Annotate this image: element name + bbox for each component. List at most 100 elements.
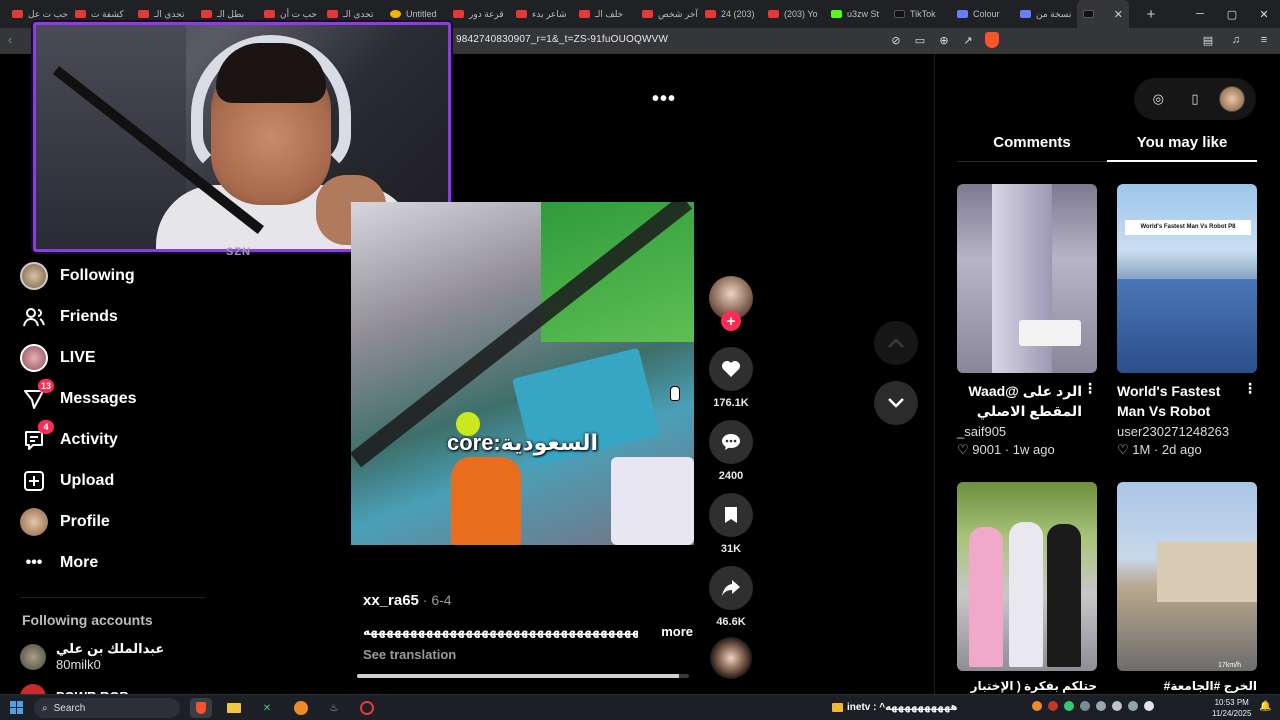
video-thumbnail[interactable]: 17km/h — [1117, 482, 1257, 671]
tray-icon[interactable] — [1096, 701, 1106, 711]
browser-tab[interactable]: قرعة دور — [447, 0, 510, 28]
maximize-button[interactable]: ▢ — [1216, 0, 1248, 28]
taskbar-search[interactable]: ⌕ Search — [34, 698, 180, 718]
phone-icon[interactable]: ▯ — [1182, 86, 1208, 112]
browser-tab[interactable]: (203) Yo — [762, 0, 825, 28]
follow-plus-icon[interactable]: + — [721, 311, 741, 331]
sidebar-item-label: LIVE — [60, 349, 96, 366]
see-translation-button[interactable]: See translation — [363, 647, 456, 662]
back-icon[interactable]: ‹ — [8, 32, 12, 47]
save-button[interactable] — [709, 493, 753, 537]
cast-icon[interactable]: ▭ — [912, 32, 928, 48]
tab-favicon-icon — [201, 10, 212, 18]
tray-icon[interactable] — [1032, 701, 1042, 711]
video-thumbnail[interactable]: World's Fastest Man Vs Robot P8 — [1117, 184, 1257, 373]
card-options-icon[interactable]: ⋮ — [1083, 380, 1097, 397]
menu-icon[interactable]: ≡ — [1256, 32, 1272, 48]
sidebar-item-more[interactable]: ••• More — [20, 548, 99, 578]
video-progress-bar[interactable] — [357, 674, 689, 678]
notification-bell-icon[interactable]: 🔔 — [1259, 701, 1271, 713]
video-thumbnail[interactable] — [957, 184, 1097, 373]
like-button[interactable] — [709, 347, 753, 391]
recommended-video-card[interactable]: حتلكم بفكرة ( الإختبار — [957, 482, 1097, 693]
close-tab-icon[interactable]: ✕ — [1114, 8, 1123, 21]
sidebar-item-profile[interactable]: Profile — [20, 507, 110, 537]
sidebar-item-messages[interactable]: 13 Messages — [20, 379, 137, 414]
comment-button[interactable] — [709, 420, 753, 464]
browser-tab[interactable]: 24 (203) — [699, 0, 762, 28]
share-icon[interactable]: ↗ — [960, 32, 976, 48]
sidebar-item-live[interactable]: LIVE — [20, 343, 96, 373]
recommended-video-card[interactable]: 17km/h الخرج #الجامعة# — [1117, 482, 1257, 693]
browser-tab[interactable]: نسخة من — [1014, 0, 1077, 28]
video-off-icon[interactable]: ⊘ — [888, 32, 904, 48]
windows-start-icon[interactable] — [10, 701, 23, 714]
crown-icon — [832, 703, 843, 712]
video-thumbnail[interactable] — [957, 482, 1097, 671]
thumbnail-building — [1157, 542, 1257, 602]
sidebar-item-following[interactable]: Following — [20, 261, 135, 291]
card-user[interactable]: _saif905 — [957, 424, 1097, 439]
zoom-icon[interactable]: ⊕ — [936, 32, 952, 48]
tray-icon[interactable] — [1064, 701, 1074, 711]
user-avatar[interactable] — [1218, 86, 1245, 112]
sidebar-item-activity[interactable]: 4 Activity — [20, 420, 118, 455]
browser-tab[interactable]: آخر شخص — [636, 0, 699, 28]
new-tab-button[interactable]: + — [1141, 6, 1161, 23]
browser-tab[interactable]: u3zw St — [825, 0, 888, 28]
recommended-video-card[interactable]: World's Fastest Man Vs Robot P8 World's … — [1117, 184, 1257, 458]
sidebar-item-upload[interactable]: Upload — [20, 466, 114, 496]
sidebar-toggle-icon[interactable]: ▤ — [1200, 32, 1216, 48]
tab-you-may-like[interactable]: You may like — [1107, 126, 1257, 162]
url-field[interactable]: 9842740830907_r=1&_t=ZS-91fuOUOQWVW — [456, 34, 668, 45]
following-account-row[interactable]: عبدالملك بن علي 80milk0 — [20, 641, 164, 673]
taskbar-files-icon[interactable] — [223, 698, 245, 718]
browser-tab[interactable]: شاعر بدء — [510, 0, 573, 28]
tiktok-coin-icon[interactable]: ◎ — [1145, 86, 1171, 112]
tab-favicon-icon — [12, 10, 23, 18]
tab-favicon-icon — [516, 10, 527, 18]
minimize-button[interactable]: ─ — [1184, 0, 1216, 28]
tray-icon[interactable] — [1128, 701, 1138, 711]
tab-label: حب ت أن — [280, 8, 317, 19]
card-user[interactable]: user230271248263 — [1117, 424, 1257, 439]
browser-tab[interactable]: Colour — [951, 0, 1014, 28]
media-icon[interactable]: ♫ — [1228, 32, 1244, 48]
share-button[interactable] — [709, 566, 753, 610]
taskbar-excel-icon[interactable]: ✕ — [256, 698, 278, 718]
next-video-button[interactable] — [874, 381, 918, 425]
taskbar-steam-icon[interactable]: ♨ — [323, 698, 345, 718]
browser-tab[interactable]: TikTok — [888, 0, 951, 28]
music-disc-icon[interactable] — [710, 637, 752, 679]
tray-icon[interactable] — [1080, 701, 1090, 711]
taskbar-clock[interactable]: 10:53 PM 11/24/2025 — [1212, 697, 1251, 719]
description-more-button[interactable]: more — [661, 624, 693, 639]
video-date: · 6-4 — [418, 592, 452, 608]
tray-icon[interactable] — [1144, 701, 1154, 711]
video-author[interactable]: xx_ra65 · 6-4 — [363, 592, 452, 609]
taskbar-brave-icon[interactable] — [190, 698, 212, 718]
video-options-icon[interactable]: ••• — [652, 88, 676, 111]
profile-avatar-icon — [20, 508, 48, 536]
tab-comments[interactable]: Comments — [957, 126, 1107, 161]
brave-shield-icon[interactable] — [984, 32, 1000, 48]
previous-video-button[interactable] — [874, 321, 918, 365]
account-avatar — [20, 644, 46, 670]
taskbar-app-icon[interactable] — [290, 698, 312, 718]
tab-tiktok-active[interactable]: ✕ — [1077, 0, 1129, 28]
video-player[interactable]: core:السعودية — [351, 202, 694, 545]
tray-icon[interactable] — [1112, 701, 1122, 711]
close-window-button[interactable]: ✕ — [1248, 0, 1280, 28]
video-frame-white — [611, 457, 694, 545]
author-handle[interactable]: xx_ra65 — [363, 592, 419, 609]
clock-date: 11/24/2025 — [1212, 709, 1252, 718]
tab-favicon-icon — [75, 10, 86, 18]
sidebar-item-friends[interactable]: Friends — [20, 302, 118, 332]
recommended-video-card[interactable]: الرد على @Waad المقطع الاصلي 🤫... ⋮ _sai… — [957, 184, 1097, 458]
taskbar-app-icon[interactable] — [356, 698, 378, 718]
card-options-icon[interactable]: ⋮ — [1243, 380, 1257, 397]
address-bar-icons: ⊘ ▭ ⊕ ↗ — [888, 32, 1000, 48]
following-accounts-title: Following accounts — [22, 612, 153, 628]
browser-tab[interactable]: خلف الـ — [573, 0, 636, 28]
tray-icon[interactable] — [1048, 701, 1058, 711]
